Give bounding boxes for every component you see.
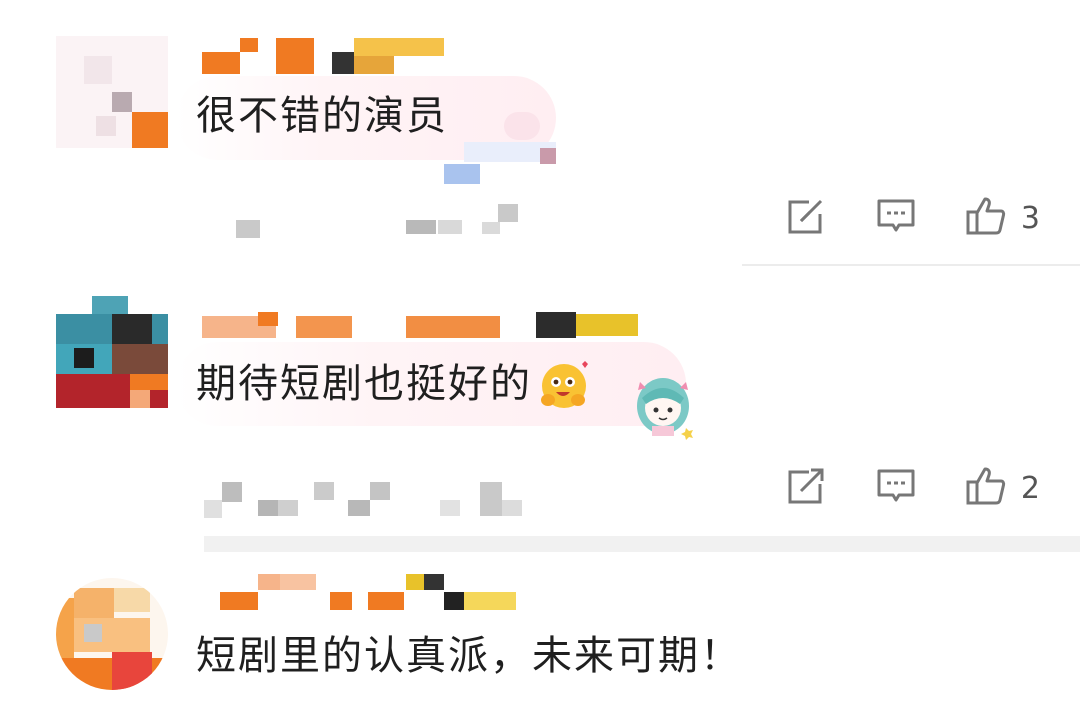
comment-meta-pixelated xyxy=(204,478,534,518)
comment-meta-pixelated xyxy=(206,200,526,240)
comment-item: 很不错的演员 3 xyxy=(0,0,1080,270)
avatar[interactable] xyxy=(56,578,168,690)
share-icon xyxy=(785,465,827,511)
share-button[interactable] xyxy=(785,195,827,241)
comment-icon xyxy=(875,195,917,241)
username-pixelated[interactable] xyxy=(202,38,444,74)
share-button[interactable] xyxy=(785,465,827,511)
username-pixelated[interactable] xyxy=(220,574,520,612)
bubble-decoration-sticker xyxy=(444,112,556,188)
hug-emoji-icon xyxy=(538,358,592,412)
like-button[interactable]: 3 xyxy=(965,195,1040,241)
divider xyxy=(204,536,1080,552)
avatar-pixel xyxy=(112,92,132,112)
comment-text: 很不错的演员 xyxy=(196,93,448,139)
avatar[interactable] xyxy=(56,36,168,148)
thumbs-up-icon xyxy=(965,195,1007,241)
like-count: 3 xyxy=(1020,200,1040,236)
comment-text: 短剧里的认真派，未来可期！ xyxy=(196,633,742,679)
avatar[interactable] xyxy=(56,296,168,408)
comment-icon xyxy=(875,465,917,511)
thumbs-up-icon xyxy=(965,465,1007,511)
avatar-pixel xyxy=(96,116,116,136)
comment-actions: 2 xyxy=(737,464,1040,512)
comment-item: 期待短剧也挺好的 2 xyxy=(0,270,1080,556)
comment-text: 期待短剧也挺好的 xyxy=(196,361,532,407)
username-pixelated[interactable] xyxy=(202,312,642,338)
share-icon xyxy=(785,195,827,241)
avatar-pixel xyxy=(84,56,112,84)
divider xyxy=(742,264,1080,266)
like-button[interactable]: 2 xyxy=(965,465,1040,511)
comment-actions: 3 xyxy=(737,194,1040,242)
avatar-pixel xyxy=(132,112,168,148)
reply-button[interactable] xyxy=(875,465,917,511)
anime-girl-sticker xyxy=(628,370,698,440)
like-count: 2 xyxy=(1020,470,1040,506)
comment-item: 短剧里的认真派，未来可期！ xyxy=(0,556,1080,711)
reply-button[interactable] xyxy=(875,195,917,241)
